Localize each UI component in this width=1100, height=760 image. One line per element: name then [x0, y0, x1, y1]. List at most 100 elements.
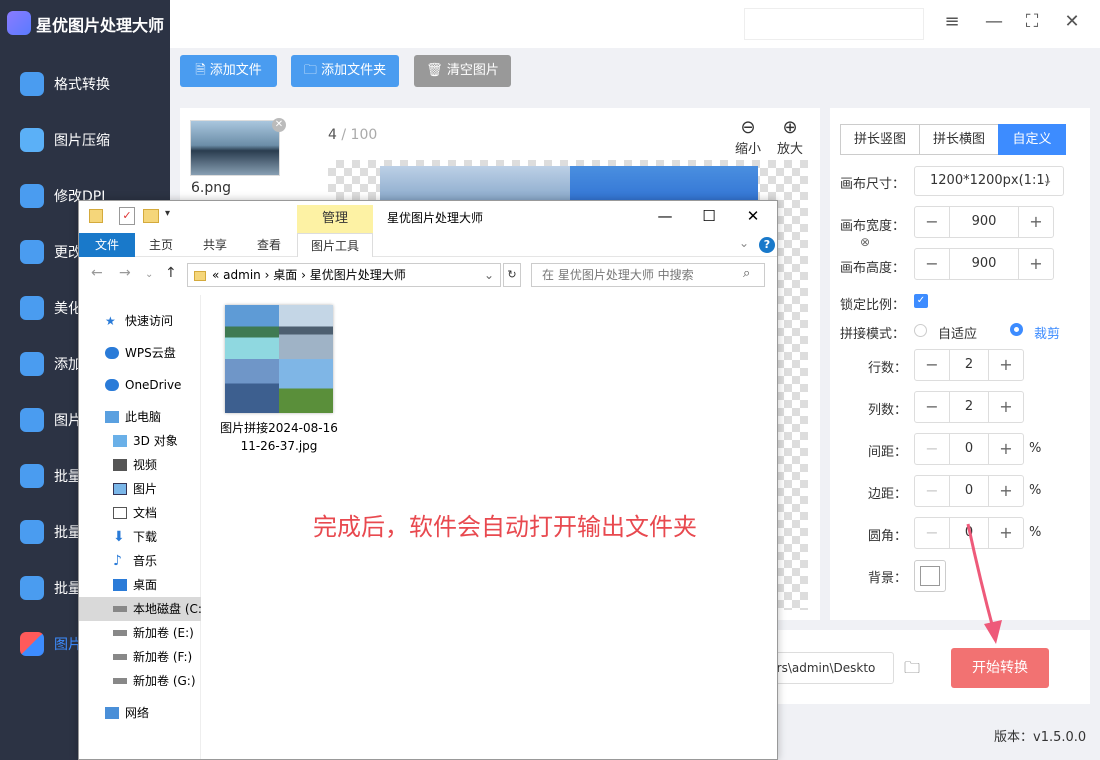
canvas-size-label: 画布尺寸： [840, 177, 906, 192]
minus-icon[interactable]: − [915, 392, 949, 422]
mode-fit-radio[interactable] [914, 324, 927, 337]
link-icon[interactable]: ⊗ [860, 235, 870, 249]
breadcrumb-overflow[interactable]: « [212, 268, 219, 282]
mode-crop-radio[interactable] [1010, 323, 1023, 336]
cols-value[interactable]: 2 [949, 392, 989, 422]
tree-item-quick-access[interactable]: ★ 快速访问 [79, 309, 201, 333]
breadcrumb-item[interactable]: 星优图片处理大师 [310, 268, 406, 282]
tree-item-pictures[interactable]: 图片 [79, 477, 201, 501]
forward-icon[interactable]: → [119, 265, 131, 281]
tree-item-3d-objects[interactable]: 3D 对象 [79, 429, 201, 453]
remove-thumbnail-icon[interactable]: ✕ [272, 118, 286, 132]
tree-item-label: 音乐 [133, 554, 158, 568]
address-bar[interactable]: « admin › 桌面 › 星优图片处理大师 ⌄ [187, 263, 501, 287]
stitched-image-file-thumbnail[interactable] [225, 305, 333, 413]
settings-sliders-icon[interactable]: ≡ [940, 10, 964, 34]
tab-share[interactable]: 共享 [193, 233, 237, 257]
tab-file[interactable]: 文件 [79, 233, 135, 257]
tree-item-network[interactable]: 网络 [79, 701, 201, 725]
minus-icon[interactable]: − [915, 207, 949, 237]
new-folder-icon[interactable] [143, 209, 159, 223]
canvas-height-value[interactable]: 900 [949, 249, 1019, 279]
canvas-width-value[interactable]: 900 [949, 207, 1019, 237]
plus-icon[interactable]: + [989, 476, 1023, 506]
plus-icon[interactable]: + [1019, 207, 1053, 237]
mode-fit-label[interactable]: 自适应 [938, 323, 977, 342]
tree-item-this-pc[interactable]: 此电脑 [79, 405, 201, 429]
chevron-down-icon[interactable]: ⌄ [484, 264, 494, 286]
tree-item-volume-f[interactable]: 新加卷 (F:) [79, 645, 201, 669]
quick-access-dropdown-icon[interactable]: ▾ [165, 208, 170, 219]
margin-stepper[interactable]: −0 + [914, 475, 1024, 507]
breadcrumb-item[interactable]: admin [223, 268, 261, 282]
minus-icon[interactable]: − [915, 434, 949, 464]
open-folder-icon[interactable]: 🗀 [904, 657, 926, 677]
tree-item-desktop[interactable]: 桌面 [79, 573, 201, 597]
minus-icon[interactable]: − [915, 518, 949, 548]
cols-stepper[interactable]: −2 + [914, 391, 1024, 423]
margin-value[interactable]: 0 [949, 476, 989, 506]
chevron-down-icon[interactable]: ⌄ [739, 236, 749, 250]
tab-picture-tools[interactable]: 图片工具 [297, 233, 373, 257]
title-search-box[interactable] [744, 8, 924, 40]
minus-icon[interactable]: − [915, 350, 949, 380]
rows-label: 行数： [868, 361, 908, 376]
plus-icon[interactable]: + [989, 350, 1023, 380]
plus-icon[interactable]: + [989, 392, 1023, 422]
mode-crop-label[interactable]: 裁剪 [1034, 323, 1060, 342]
maximize-icon[interactable]: ☐ [699, 207, 719, 225]
tree-item-volume-g[interactable]: 新加卷 (G:) [79, 669, 201, 693]
image-thumbnail[interactable] [190, 120, 280, 176]
zoom-in-button[interactable]: ⊕ 放大 [772, 118, 808, 158]
add-folder-button[interactable]: 🗀 添加文件夹 [291, 55, 399, 87]
mode-vertical-tab[interactable]: 拼长竖图 [840, 124, 920, 155]
rows-stepper[interactable]: −2 + [914, 349, 1024, 381]
plus-icon[interactable]: + [989, 434, 1023, 464]
tree-item-downloads[interactable]: ⬇ 下载 [79, 525, 201, 549]
plus-icon[interactable]: + [1019, 249, 1053, 279]
minimize-icon[interactable]: — [655, 207, 675, 225]
refresh-icon[interactable]: ↻ [503, 263, 521, 287]
tab-home[interactable]: 主页 [139, 233, 183, 257]
properties-icon[interactable]: ✓ [119, 207, 135, 225]
close-icon[interactable]: ✕ [743, 207, 763, 225]
canvas-size-select[interactable]: 1200*1200px(1:1) ⌄ [914, 166, 1064, 196]
tree-item-documents[interactable]: 文档 [79, 501, 201, 525]
sidebar-item-compress[interactable]: 图片压缩 [0, 112, 170, 168]
add-file-button[interactable]: 🗎 添加文件 [180, 55, 277, 87]
help-icon[interactable]: ? [759, 237, 775, 253]
file-name[interactable]: 图片拼接2024-08-16 11-26-37.jpg [215, 419, 343, 455]
minimize-icon[interactable]: — [982, 10, 1006, 34]
spacing-value[interactable]: 0 [949, 434, 989, 464]
start-convert-button[interactable]: 开始转换 [951, 648, 1049, 688]
tree-item-videos[interactable]: 视频 [79, 453, 201, 477]
spacing-stepper[interactable]: −0 + [914, 433, 1024, 465]
sidebar-item-format-convert[interactable]: 格式转换 [0, 56, 170, 112]
tree-item-wps-cloud[interactable]: WPS云盘 [79, 341, 201, 365]
tutorial-annotation: 完成后，软件会自动打开输出文件夹 [313, 513, 697, 541]
explorer-search-input[interactable]: 在 星优图片处理大师 中搜索 [531, 263, 765, 287]
canvas-height-stepper[interactable]: −900 + [914, 248, 1054, 280]
clear-images-button[interactable]: 🗑 清空图片 [414, 55, 511, 87]
canvas-width-stepper[interactable]: −900 + [914, 206, 1054, 238]
rows-value[interactable]: 2 [949, 350, 989, 380]
back-icon[interactable]: ← [91, 265, 103, 281]
tab-view[interactable]: 查看 [247, 233, 291, 257]
tree-item-onedrive[interactable]: OneDrive [79, 373, 201, 397]
recent-dropdown-icon[interactable]: ⌄ [145, 269, 153, 280]
tree-item-music[interactable]: ♪ 音乐 [79, 549, 201, 573]
fullscreen-icon[interactable]: ⛶ [1020, 10, 1044, 34]
tree-item-label: 文档 [133, 506, 158, 520]
breadcrumb-item[interactable]: 桌面 [273, 268, 297, 282]
mode-custom-tab[interactable]: 自定义 [998, 124, 1066, 155]
up-icon[interactable]: ↑ [165, 265, 177, 281]
close-icon[interactable]: ✕ [1060, 10, 1084, 34]
minus-icon[interactable]: − [915, 476, 949, 506]
tree-item-local-disk-c[interactable]: 本地磁盘 (C: [79, 597, 201, 621]
tree-item-volume-e[interactable]: 新加卷 (E:) [79, 621, 201, 645]
mode-horizontal-tab[interactable]: 拼长横图 [919, 124, 999, 155]
manage-tab[interactable]: 管理 [297, 205, 373, 233]
minus-icon[interactable]: − [915, 249, 949, 279]
lock-ratio-checkbox[interactable]: ✓ [914, 294, 928, 308]
zoom-out-button[interactable]: ⊖ 缩小 [730, 118, 766, 158]
